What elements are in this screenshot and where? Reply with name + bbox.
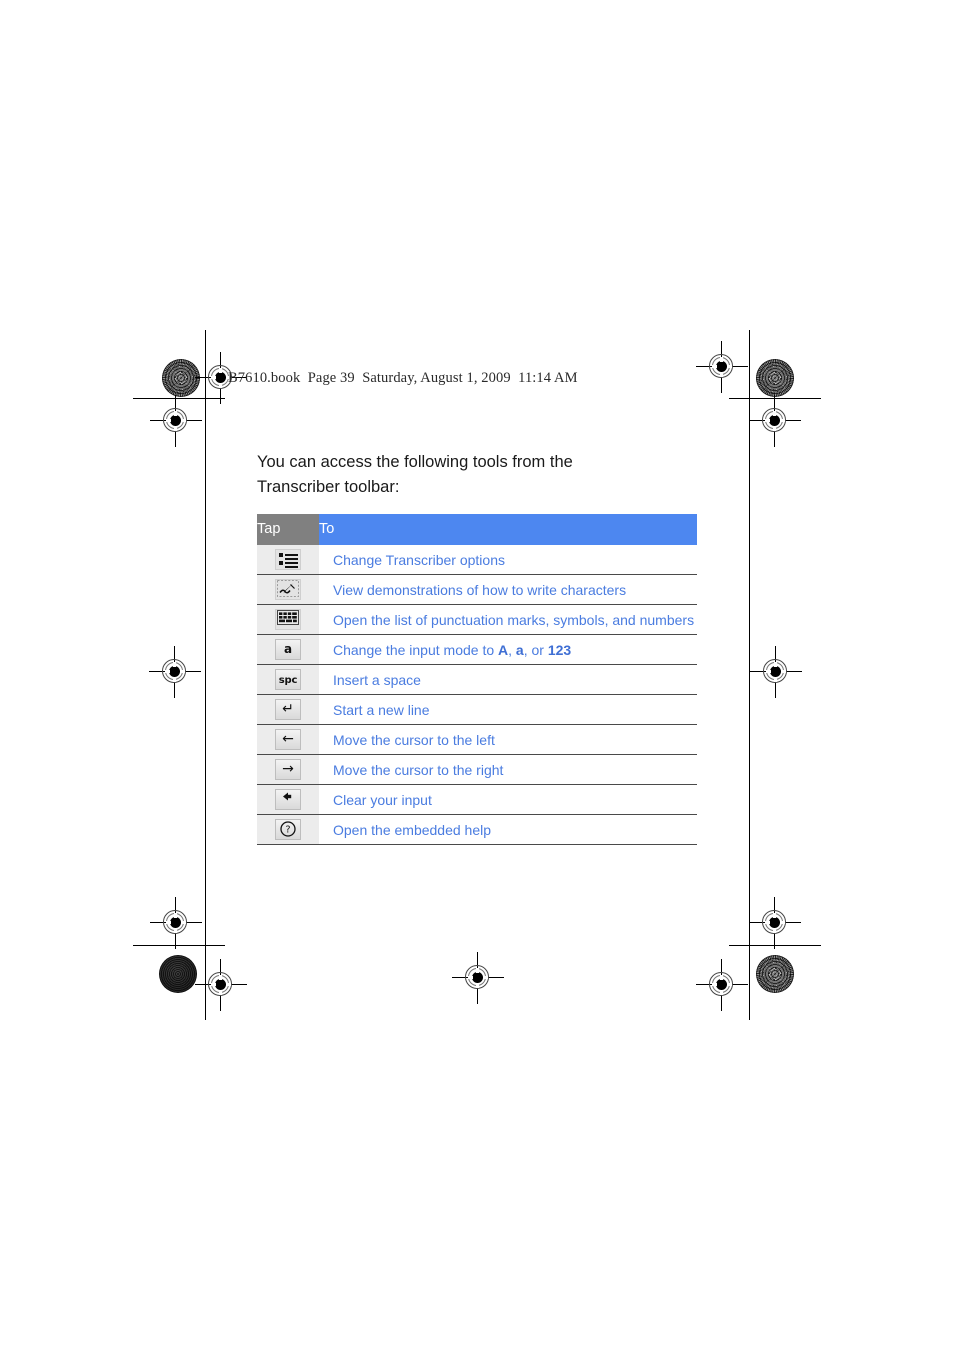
description-cell: Move the cursor to the right <box>319 754 697 785</box>
icon-cell: spc <box>257 664 319 695</box>
icon-cell: ↵ <box>257 694 319 725</box>
icon-cell <box>257 574 319 605</box>
table-row: View demonstrations of how to write char… <box>257 574 697 605</box>
crop-line-top-right-horizontal <box>729 398 821 399</box>
description-cell: Change Transcriber options <box>319 545 697 575</box>
halftone-patch-top-right <box>756 359 794 397</box>
table-header-row: Tap To <box>257 514 697 545</box>
enter-return-glyph: ↵ <box>282 701 294 717</box>
column-header-to: To <box>319 514 697 545</box>
registration-target-top-right-inner <box>696 341 748 393</box>
halftone-patch-bottom-right <box>756 955 794 993</box>
icon-cell: → <box>257 754 319 785</box>
write-demo-pen-icon[interactable] <box>275 579 301 600</box>
registration-target-bottom-right-inner <box>696 959 748 1011</box>
space-key-label: spc <box>278 675 298 686</box>
icon-cell: ← <box>257 724 319 755</box>
description-cell: Change the input mode to A, a, or 123 <box>319 634 697 665</box>
description-cell: Start a new line <box>319 694 697 725</box>
registration-target-bottom-center <box>452 952 504 1004</box>
page-content: You can access the following tools from … <box>257 450 697 845</box>
description-cell: Move the cursor to the left <box>319 724 697 755</box>
table-row: Change Transcriber options <box>257 545 697 575</box>
description-cell: Insert a space <box>319 664 697 695</box>
table-row: a Change the input mode to A, a, or 123 <box>257 634 697 665</box>
keyboard-grid-icon[interactable] <box>275 609 301 630</box>
table-row: Clear your input <box>257 784 697 815</box>
enter-return-icon[interactable]: ↵ <box>275 699 301 720</box>
desc-emphasis-numeric: 123 <box>547 641 572 658</box>
arrow-right-glyph: → <box>282 761 294 777</box>
arrow-left-glyph: ← <box>282 731 294 747</box>
crop-line-left-vertical <box>205 330 206 1020</box>
crop-line-bottom-left-horizontal <box>133 945 225 946</box>
icon-cell <box>257 604 319 635</box>
icon-cell: a <box>257 634 319 665</box>
desc-text-prefix: Change the input mode to <box>333 641 499 658</box>
desc-separator-1: , <box>508 641 516 658</box>
intro-paragraph: You can access the following tools from … <box>257 453 573 496</box>
desc-separator-2: , or <box>523 641 548 658</box>
registration-target-bottom-left-inner <box>195 959 247 1011</box>
registration-target-bottom-right-outer <box>749 897 801 949</box>
description-cell: Open the embedded help <box>319 814 697 845</box>
arrow-right-icon[interactable]: → <box>275 759 301 780</box>
input-mode-a-icon[interactable]: a <box>275 639 301 660</box>
crop-line-right-vertical <box>749 330 750 1020</box>
crop-line-top-left-horizontal <box>133 398 225 399</box>
registration-target-top-right-outer <box>749 395 801 447</box>
transcriber-tools-table: Tap To Change Transcriber options View d… <box>257 514 697 845</box>
icon-cell <box>257 784 319 815</box>
icon-cell: ? <box>257 814 319 845</box>
page-header-line: B7610.book Page 39 Saturday, August 1, 2… <box>228 370 578 386</box>
table-row: Open the list of punctuation marks, symb… <box>257 604 697 635</box>
space-key-icon[interactable]: spc <box>275 669 301 690</box>
halftone-patch-top-left <box>162 359 200 397</box>
registration-target-mid-left <box>149 646 201 698</box>
svg-text:?: ? <box>285 825 290 836</box>
desc-emphasis-lowercase: a <box>515 641 524 658</box>
description-cell: Clear your input <box>319 784 697 815</box>
halftone-patch-bottom-left <box>159 955 197 993</box>
table-row: ↵ Start a new line <box>257 694 697 725</box>
description-cell: View demonstrations of how to write char… <box>319 574 697 605</box>
description-cell: Open the list of punctuation marks, symb… <box>319 604 697 635</box>
icon-cell <box>257 545 319 575</box>
table-row: spc Insert a space <box>257 664 697 695</box>
table-row: ← Move the cursor to the left <box>257 724 697 755</box>
table-row: → Move the cursor to the right <box>257 754 697 785</box>
list-options-icon[interactable] <box>275 549 301 570</box>
backspace-clear-icon[interactable] <box>275 789 301 810</box>
registration-target-bottom-left-outer <box>150 897 202 949</box>
arrow-left-icon[interactable]: ← <box>275 729 301 750</box>
table-row: ? Open the embedded help <box>257 814 697 845</box>
crop-line-bottom-right-horizontal <box>729 945 821 946</box>
input-mode-a-label: a <box>283 642 293 656</box>
registration-target-top-left-outer <box>150 395 202 447</box>
help-question-icon[interactable]: ? <box>275 819 301 840</box>
registration-target-mid-right <box>750 646 802 698</box>
desc-emphasis-uppercase: A <box>498 641 509 658</box>
column-header-tap: Tap <box>257 514 319 545</box>
